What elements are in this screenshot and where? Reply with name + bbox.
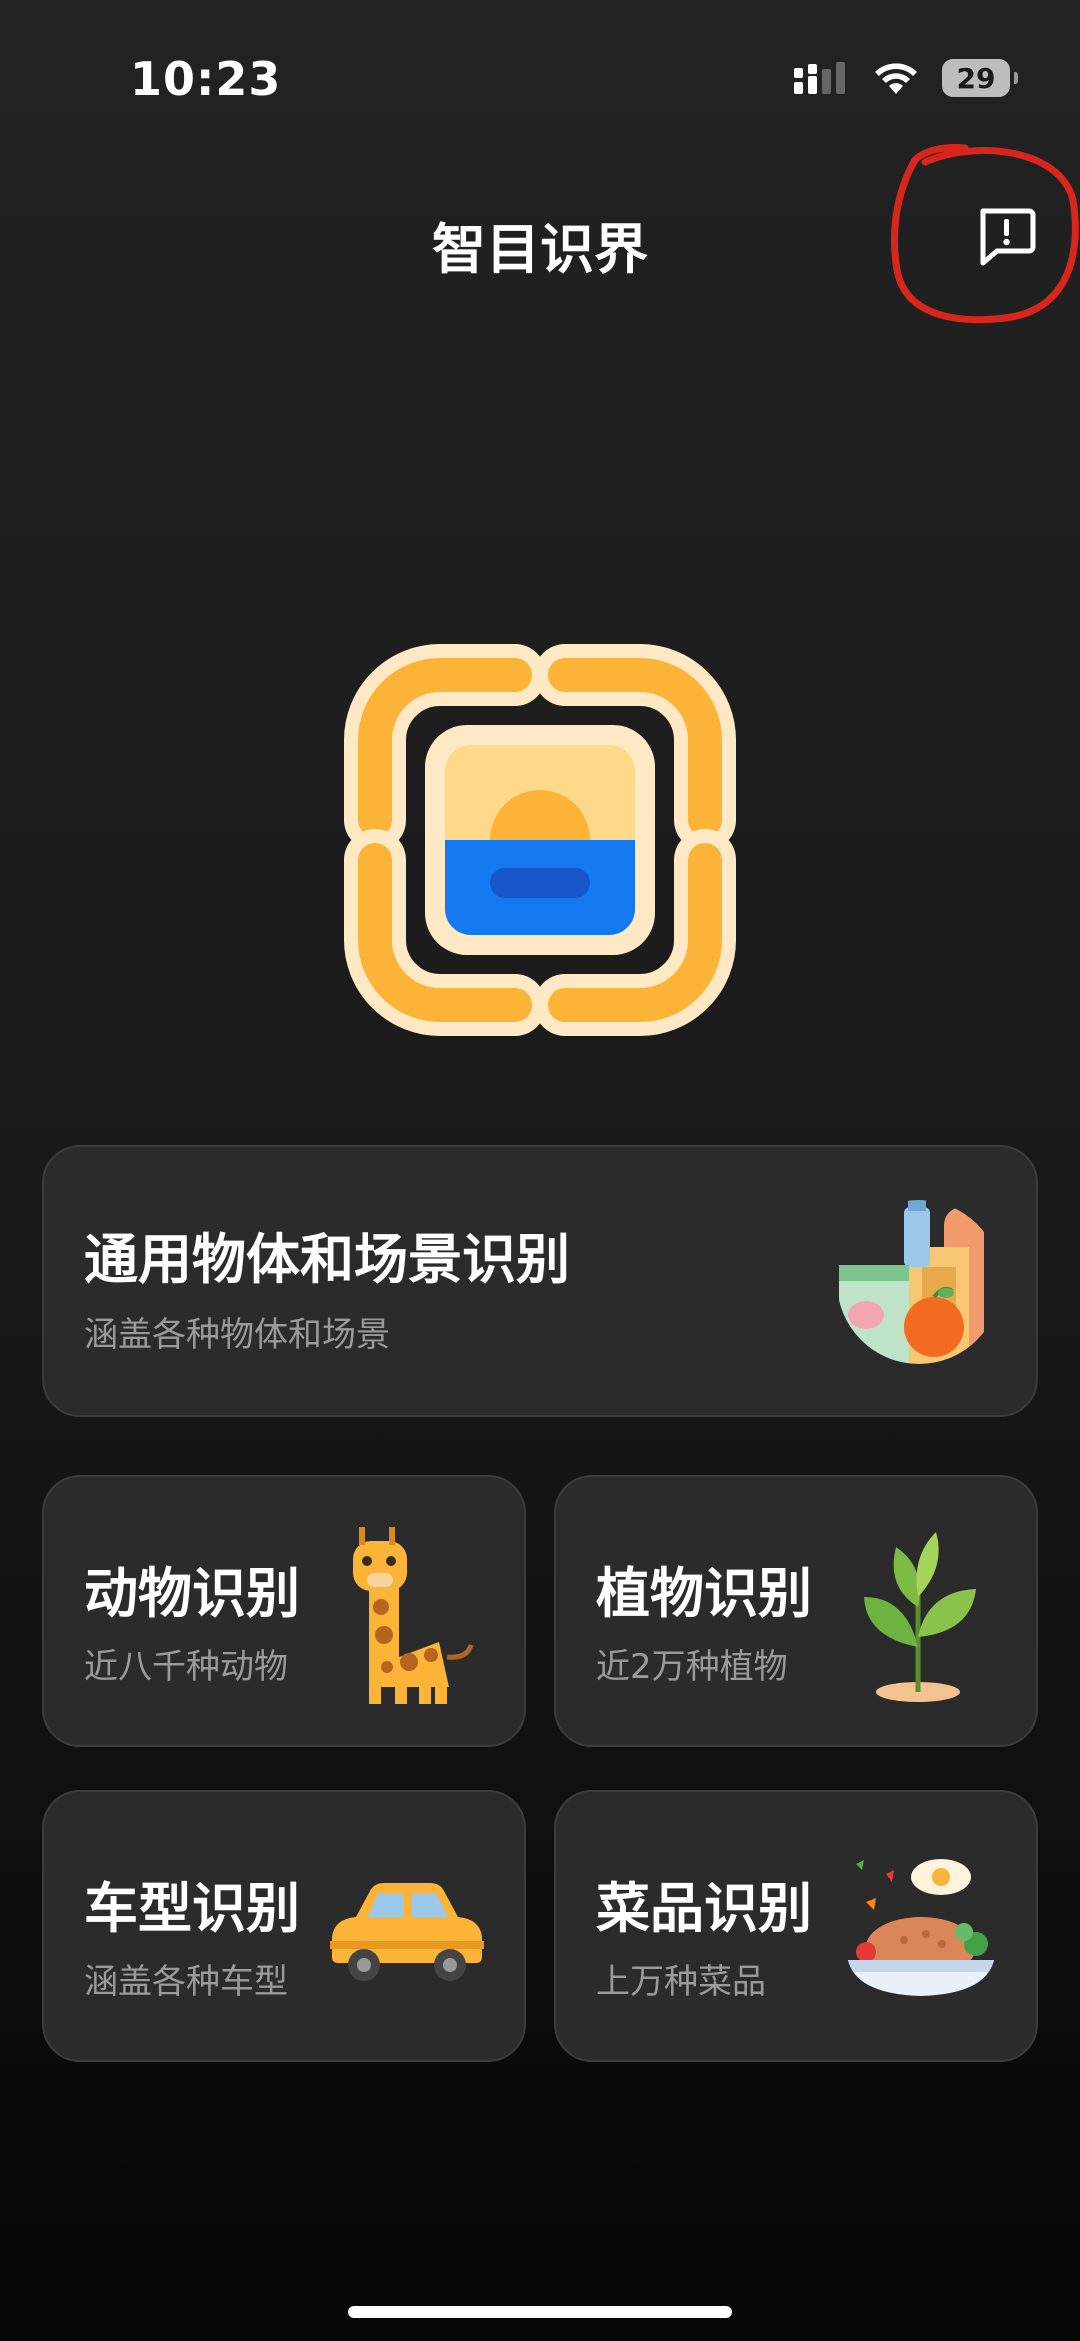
food-bowl-icon <box>848 1859 994 1996</box>
status-icons: 29 <box>794 56 1018 100</box>
card-subtitle: 近2万种植物 <box>596 1647 788 1687</box>
page-title: 智目识界 <box>432 218 648 281</box>
card-subtitle: 上万种菜品 <box>596 1962 766 2002</box>
card-title: 菜品识别 <box>596 1877 812 1940</box>
wifi-icon <box>875 63 917 94</box>
battery-indicator: 29 <box>942 59 1018 97</box>
app-logo-scan-icon <box>344 644 736 1036</box>
plant-icon <box>864 1532 976 1702</box>
card-plant-recognition[interactable]: 植物识别 近2万种植物 <box>554 1475 1038 1747</box>
feedback-button[interactable] <box>975 205 1037 267</box>
giraffe-icon <box>353 1527 474 1704</box>
groceries-icon <box>837 1200 1001 1364</box>
card-subtitle: 涵盖各种车型 <box>84 1962 288 2002</box>
cellular-signal-icon <box>794 62 845 94</box>
card-subtitle: 近八千种动物 <box>84 1647 288 1687</box>
card-title: 植物识别 <box>596 1562 812 1625</box>
card-title: 动物识别 <box>84 1562 300 1625</box>
card-animal-recognition[interactable]: 动物识别 近八千种动物 <box>42 1475 526 1747</box>
card-general-recognition[interactable]: 通用物体和场景识别 涵盖各种物体和场景 <box>42 1145 1038 1417</box>
card-car-recognition[interactable]: 车型识别 涵盖各种车型 <box>42 1790 526 2062</box>
card-dish-recognition[interactable]: 菜品识别 上万种菜品 <box>554 1790 1038 2062</box>
card-subtitle: 涵盖各种物体和场景 <box>84 1315 390 1355</box>
card-title: 通用物体和场景识别 <box>84 1228 570 1291</box>
status-bar: 10:23 29 <box>0 0 1080 160</box>
message-alert-icon <box>980 208 1036 266</box>
status-time: 10:23 <box>130 52 282 106</box>
car-icon <box>330 1883 484 1981</box>
home-indicator[interactable] <box>348 2306 732 2318</box>
card-title: 车型识别 <box>84 1877 300 1940</box>
